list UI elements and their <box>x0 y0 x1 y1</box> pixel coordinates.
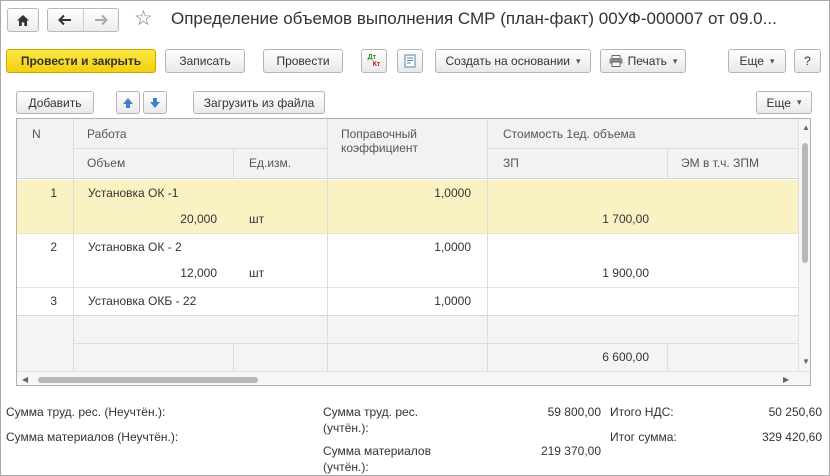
row-divider <box>17 287 798 288</box>
works-table: N Работа Объем Ед.изм. Поправочный коэфф… <box>16 118 811 386</box>
kt-label: Кт <box>372 61 381 68</box>
unit-value[interactable]: шт <box>249 266 264 280</box>
materials-accounted-value: 219 370,00 <box>540 444 601 458</box>
coef-value[interactable]: 1,0000 <box>327 186 471 200</box>
grand-total-value: 329 420,60 <box>761 430 822 444</box>
vat-total-label: Итого НДС: <box>610 405 674 419</box>
header-divider-left <box>73 148 327 149</box>
column-header-em[interactable]: ЭМ в т.ч. ЗПМ <box>681 156 759 170</box>
report-button[interactable] <box>397 49 423 73</box>
column-divider <box>233 343 234 371</box>
header-divider-right <box>487 148 798 149</box>
column-header-n[interactable]: N <box>32 127 41 141</box>
materials-unaccounted-label: Сумма материалов (Неучтён.): <box>6 430 179 444</box>
horizontal-scroll-thumb[interactable] <box>38 377 258 383</box>
vertical-scroll-thumb[interactable] <box>802 143 808 263</box>
column-header-cost[interactable]: Стоимость 1ед. объема <box>503 127 635 141</box>
save-button[interactable]: Записать <box>165 49 245 73</box>
dt-label: Дт <box>367 54 377 61</box>
scroll-right-icon[interactable]: ▶ <box>783 375 789 384</box>
arrow-left-icon <box>58 14 72 26</box>
arrow-up-icon <box>123 97 133 108</box>
materials-accounted-label-line2: (учтён.): <box>323 460 369 474</box>
help-button[interactable]: ? <box>794 49 821 73</box>
forward-button[interactable] <box>82 9 118 31</box>
column-divider <box>667 149 668 179</box>
table-more-dropdown[interactable]: Еще <box>756 91 812 114</box>
labor-unaccounted-label: Сумма труд. рес. (Неучтён.): <box>6 405 166 419</box>
work-name[interactable]: Установка ОК -1 <box>88 186 178 200</box>
table-more-label: Еще <box>766 95 791 110</box>
move-up-button[interactable] <box>116 91 140 114</box>
column-header-zp[interactable]: ЗП <box>503 156 519 170</box>
window-title: Определение объемов выполнения СМР (план… <box>171 9 777 28</box>
scroll-up-icon[interactable]: ▲ <box>802 123 810 132</box>
row-number: 1 <box>50 186 57 200</box>
arrow-down-icon <box>150 97 160 108</box>
row-number: 2 <box>50 240 57 254</box>
title-bar: ☆ Определение объемов выполнения СМР (пл… <box>1 1 829 39</box>
coef-value[interactable]: 1,0000 <box>327 294 471 308</box>
favorite-star-icon[interactable]: ☆ <box>134 7 153 31</box>
volume-value[interactable]: 12,000 <box>73 266 217 280</box>
printer-icon <box>609 55 623 67</box>
document-window: ☆ Определение объемов выполнения СМР (пл… <box>0 0 830 476</box>
vertical-scrollbar[interactable]: ▲ ▼ <box>798 119 810 371</box>
dt-kt-icon: Дт Кт <box>368 54 381 68</box>
move-down-button[interactable] <box>143 91 167 114</box>
row-divider <box>17 233 798 234</box>
scroll-down-icon[interactable]: ▼ <box>802 357 810 366</box>
print-dropdown[interactable]: Печать <box>600 49 686 73</box>
scroll-left-icon[interactable]: ◀ <box>22 375 28 384</box>
zp-value[interactable]: 1 700,00 <box>487 212 649 226</box>
total-row-divider <box>17 315 798 316</box>
column-divider <box>487 119 488 371</box>
back-button[interactable] <box>48 9 83 31</box>
table-header: N Работа Объем Ед.изм. Поправочный коэфф… <box>17 119 798 179</box>
home-button[interactable] <box>7 8 39 32</box>
history-nav <box>47 8 119 32</box>
labor-accounted-label-line1: Сумма труд. рес. <box>323 405 419 419</box>
add-row-button[interactable]: Добавить <box>16 91 94 114</box>
column-header-coef[interactable]: Поправочный коэффициент <box>341 127 471 155</box>
zp-value[interactable]: 1 900,00 <box>487 266 649 280</box>
home-icon <box>17 14 29 26</box>
more-actions-dropdown[interactable]: Еще <box>728 49 786 73</box>
print-label: Печать <box>627 54 667 68</box>
unit-value[interactable]: шт <box>249 212 264 226</box>
arrow-right-icon <box>94 14 108 26</box>
document-icon <box>404 54 416 68</box>
vat-total-value: 50 250,60 <box>768 405 822 419</box>
column-divider <box>667 343 668 371</box>
grand-total-label: Итог сумма: <box>610 430 677 444</box>
total-row-inner-divider <box>73 343 798 344</box>
labor-accounted-value: 59 800,00 <box>547 405 601 419</box>
load-from-file-button[interactable]: Загрузить из файла <box>193 91 325 114</box>
create-based-on-dropdown[interactable]: Создать на основании <box>435 49 591 73</box>
column-divider <box>73 119 74 371</box>
work-name[interactable]: Установка ОК - 2 <box>88 240 182 254</box>
create-based-on-label: Создать на основании <box>445 54 570 68</box>
column-divider <box>233 149 234 179</box>
column-header-unit[interactable]: Ед.изм. <box>249 156 291 170</box>
post-button[interactable]: Провести <box>263 49 343 73</box>
total-zp-value: 6 600,00 <box>602 350 649 364</box>
column-header-volume[interactable]: Объем <box>87 156 125 170</box>
volume-value[interactable]: 20,000 <box>73 212 217 226</box>
work-name[interactable]: Установка ОКБ - 22 <box>88 294 196 308</box>
more-actions-label: Еще <box>739 54 764 68</box>
labor-accounted-label-line2: (учтён.): <box>323 421 369 435</box>
column-header-work[interactable]: Работа <box>87 127 127 141</box>
dt-kt-button[interactable]: Дт Кт <box>361 49 387 73</box>
coef-value[interactable]: 1,0000 <box>327 240 471 254</box>
materials-accounted-label-line1: Сумма материалов <box>323 444 431 458</box>
row-number: 3 <box>50 294 57 308</box>
post-and-close-button[interactable]: Провести и закрыть <box>6 49 156 73</box>
horizontal-scrollbar[interactable]: ◀ ▶ <box>17 371 810 385</box>
